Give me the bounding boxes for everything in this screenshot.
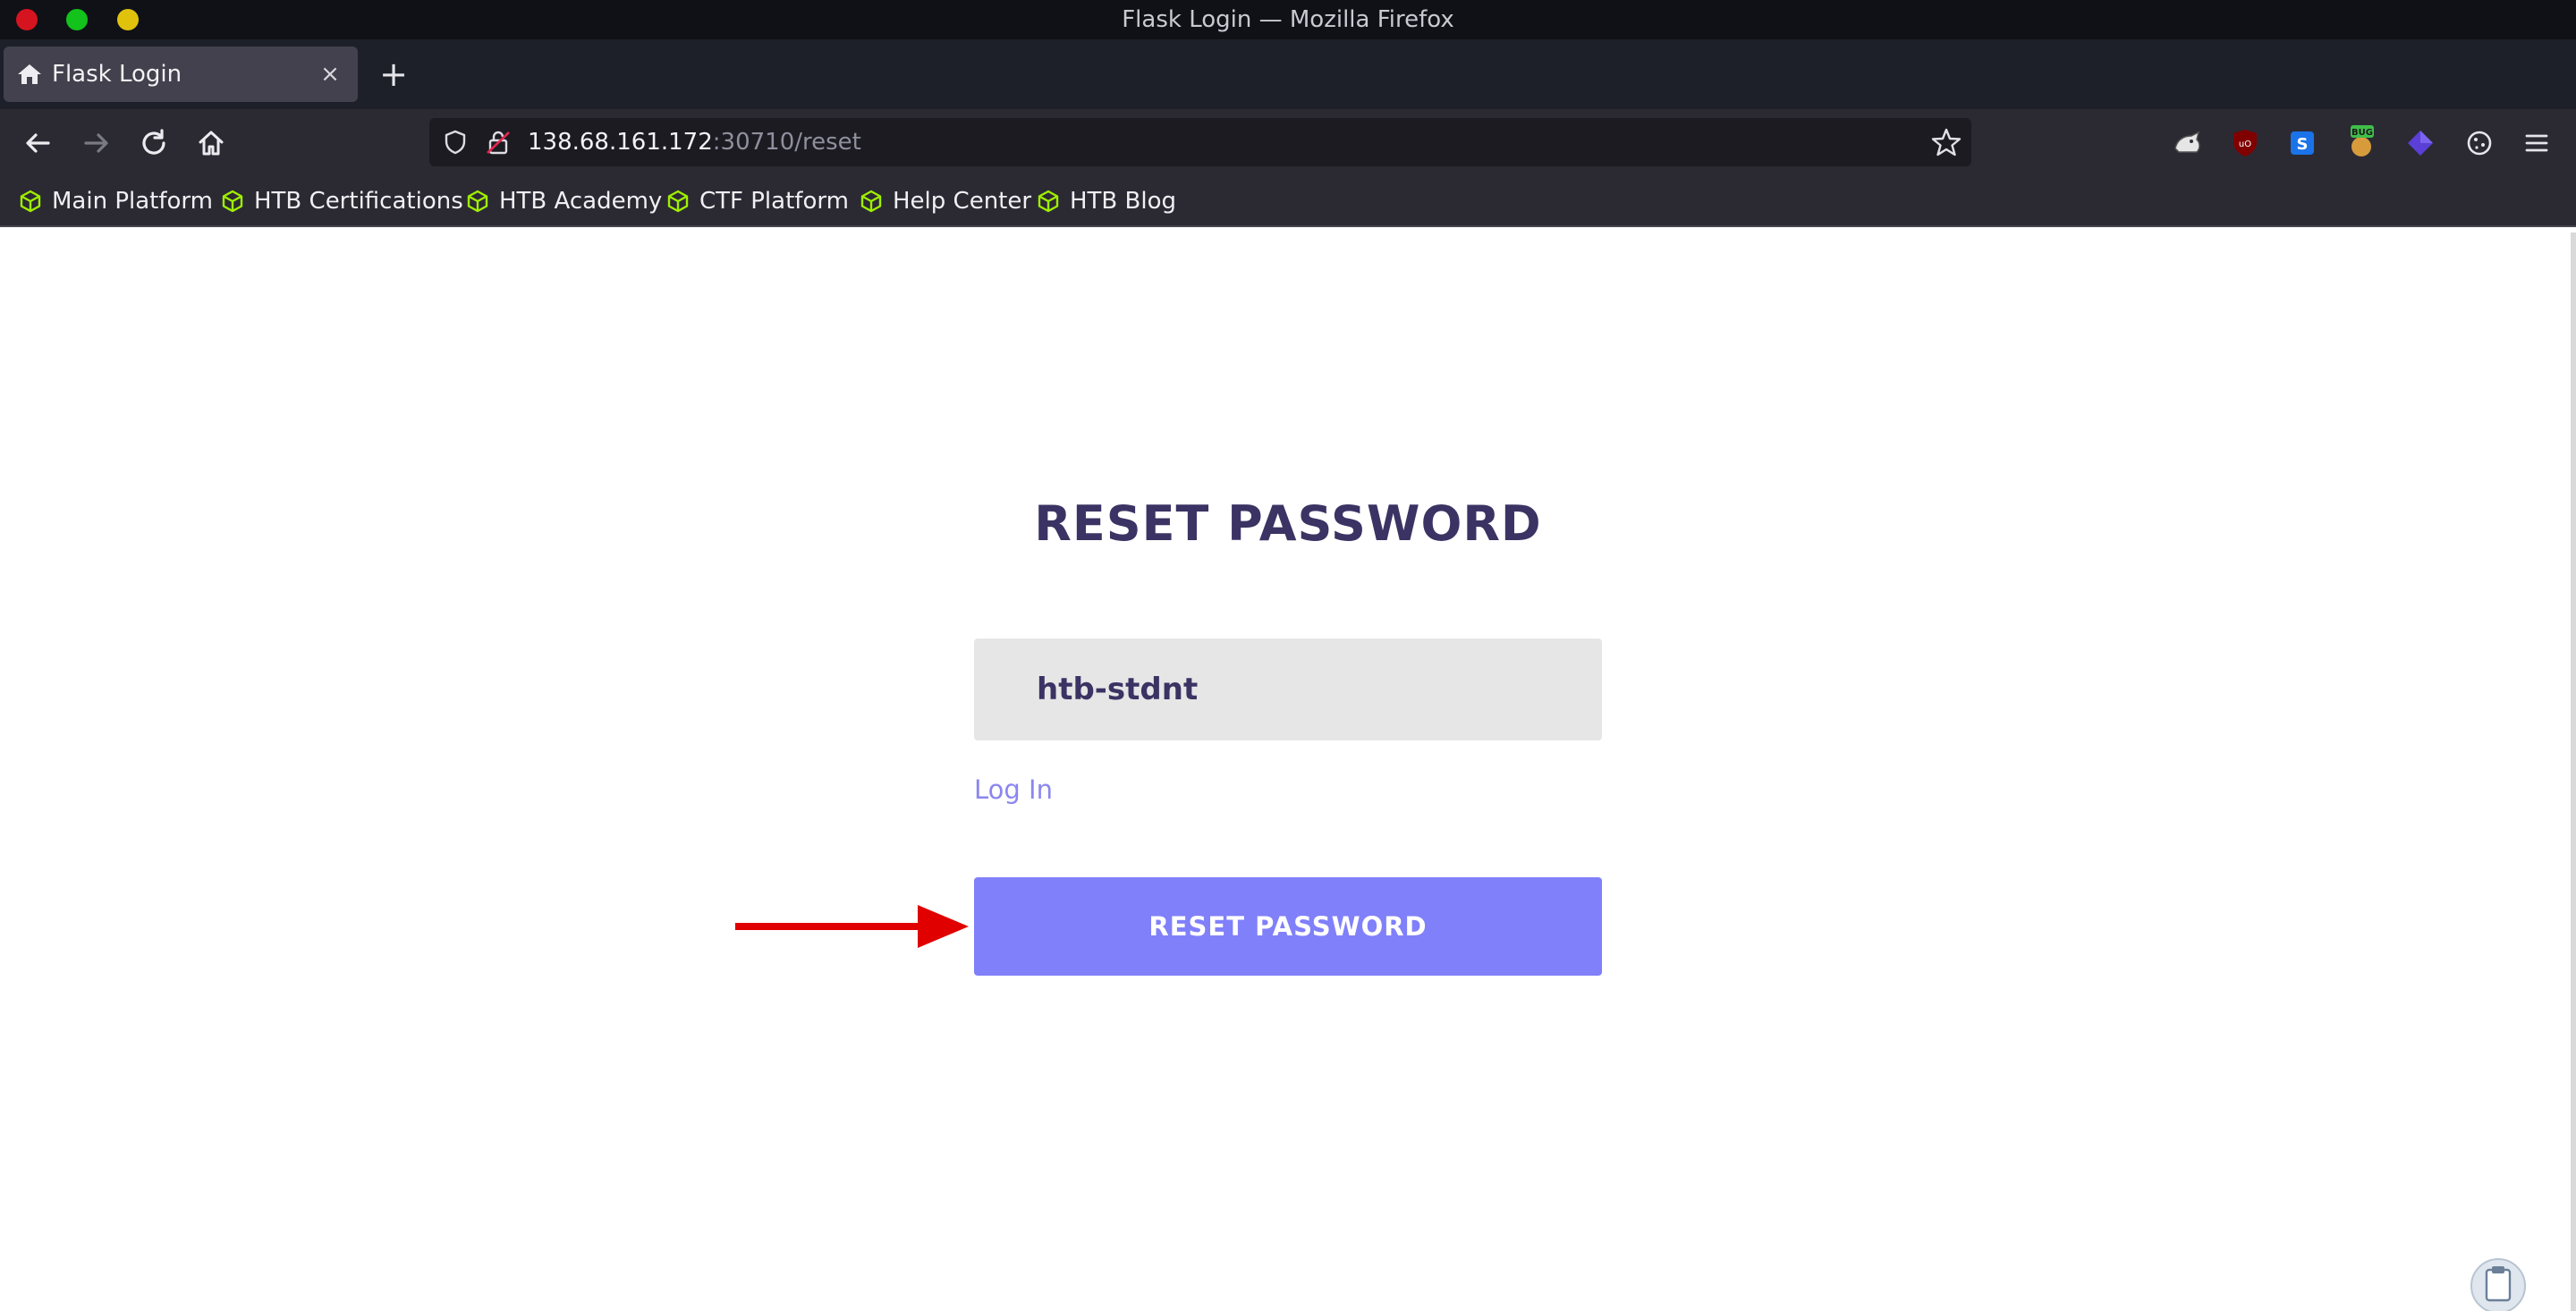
back-arrow-icon [26,133,50,153]
svg-text:uO: uO [2239,140,2251,149]
username-field[interactable] [974,639,1602,740]
clipboard-icon[interactable] [2469,1257,2528,1311]
tab-strip: Flask Login × + [0,39,2576,109]
htb-cube-icon [860,190,882,213]
page-title: RESET PASSWORD [1034,495,1542,552]
back-button[interactable] [20,125,55,161]
reload-icon [142,129,165,155]
bookmark-htb-blog[interactable]: HTB Blog [1036,177,1176,225]
htb-cube-icon [20,190,41,213]
bookmark-star-icon[interactable] [1930,126,1962,158]
bookmark-label: Main Platform [52,188,213,215]
bookmark-label: CTF Platform [699,188,849,215]
bookmark-main-platform[interactable]: Main Platform [18,177,213,225]
tracking-shield-icon[interactable] [442,129,469,156]
annotation-arrow-icon [735,905,969,948]
bookmark-htb-certifications[interactable]: HTB Certifications [220,177,463,225]
purple-extension-icon[interactable] [2402,125,2438,161]
bookmarks-toolbar: Main Platform HTB Certifications HTB Aca… [0,177,2576,227]
tab-title: Flask Login [52,61,182,88]
forward-arrow-icon [84,133,108,153]
bookmark-label: HTB Blog [1070,188,1177,215]
reload-button[interactable] [136,125,172,161]
bookmark-label: HTB Academy [499,188,663,215]
cookie-icon[interactable] [2462,125,2497,161]
home-button[interactable] [193,125,229,161]
htb-cube-icon [1038,190,1059,213]
bookmark-label: Help Center [893,188,1032,215]
s-extension-icon[interactable]: S [2284,125,2320,161]
htb-cube-icon [467,190,488,213]
window-titlebar: Flask Login — Mozilla Firefox [0,0,2576,39]
menu-icon[interactable] [2519,125,2555,161]
htb-cube-icon [667,190,689,213]
address-bar[interactable]: 138.68.161.172:30710/reset [429,118,1971,166]
svg-text:BUG: BUG [2351,128,2373,138]
scrollbar[interactable] [2571,233,2576,1311]
new-tab-button[interactable]: + [376,57,411,93]
home-outline-icon [199,131,224,156]
url-text[interactable]: 138.68.161.172:30710/reset [528,118,861,166]
navigation-toolbar: 138.68.161.172:30710/reset uO S BUG [0,109,2576,177]
tab-flask-login[interactable]: Flask Login × [4,47,358,102]
bookmark-label: HTB Certifications [254,188,463,215]
foxyproxy-icon[interactable] [2170,125,2206,161]
home-icon [18,64,41,84]
bug-extension-icon[interactable]: BUG [2343,125,2379,161]
url-port-path: :30710/reset [712,129,861,156]
page-content: RESET PASSWORD Log In RESET PASSWORD [0,227,2576,1311]
bookmark-htb-academy[interactable]: HTB Academy [465,177,662,225]
svg-text:S: S [2297,135,2309,154]
ublock-icon[interactable]: uO [2227,125,2263,161]
reset-password-button[interactable]: RESET PASSWORD [974,877,1602,976]
bookmark-help-center[interactable]: Help Center [859,177,1031,225]
bookmark-ctf-platform[interactable]: CTF Platform [665,177,849,225]
tab-close-button[interactable]: × [315,59,345,89]
insecure-lock-icon[interactable] [485,129,512,156]
window-title: Flask Login — Mozilla Firefox [1122,6,1454,33]
htb-cube-icon [222,190,243,213]
url-host: 138.68.161.172 [528,129,713,156]
forward-button[interactable] [79,125,114,161]
login-link[interactable]: Log In [974,774,1053,805]
